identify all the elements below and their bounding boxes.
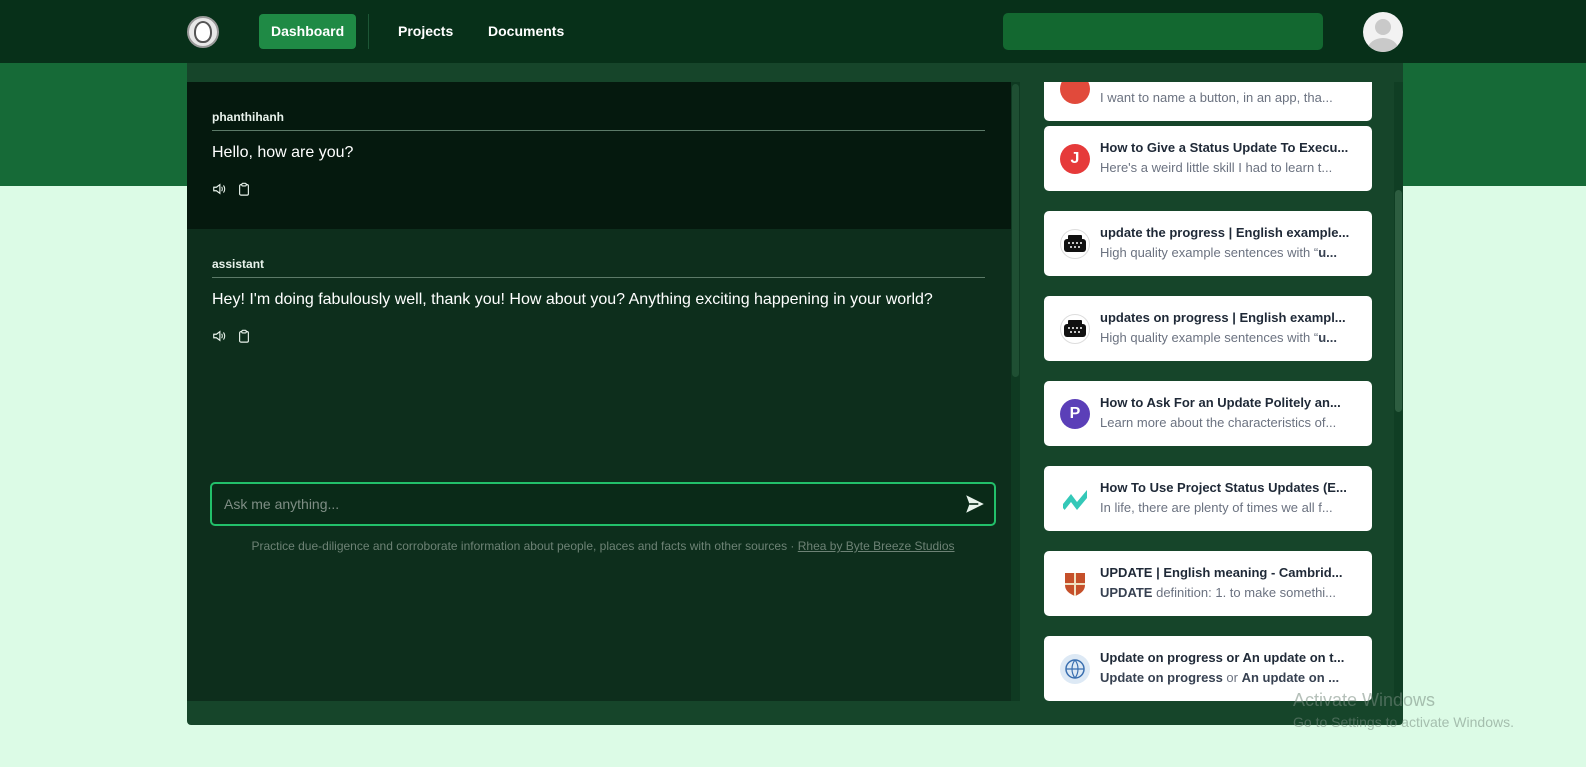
typewriter-icon bbox=[1060, 314, 1090, 344]
message-author: assistant bbox=[212, 257, 265, 271]
clipboard-icon[interactable] bbox=[237, 329, 251, 343]
result-title: How to Ask For an Update Politely an... bbox=[1100, 395, 1341, 410]
chat-message-user: phanthihanh Hello, how are you? bbox=[187, 82, 1011, 229]
top-navigation-bar bbox=[0, 0, 1586, 63]
nav-divider bbox=[368, 14, 369, 49]
message-author: phanthihanh bbox=[212, 110, 284, 124]
chat-input[interactable] bbox=[224, 484, 924, 524]
result-card[interactable]: P How to Ask For an Update Politely an..… bbox=[1044, 381, 1372, 446]
result-snippet: Learn more about the characteristics of.… bbox=[1100, 415, 1337, 430]
result-snippet: Here's a weird little skill I had to lea… bbox=[1100, 160, 1333, 175]
message-text: Hey! I'm doing fabulously well, thank yo… bbox=[212, 291, 933, 308]
result-snippet: High quality example sentences with “u..… bbox=[1100, 330, 1338, 345]
result-snippet: UPDATE definition: 1. to make somethi... bbox=[1100, 585, 1337, 600]
windows-activation-watermark-subtitle: Go to Settings to activate Windows. bbox=[1293, 714, 1514, 730]
result-title: Update on progress or An update on t... bbox=[1100, 650, 1345, 665]
zigzag-logo-icon bbox=[1060, 484, 1090, 514]
result-snippet: I want to name a button, in an app, tha.… bbox=[1100, 90, 1333, 105]
results-scrollbar-thumb[interactable] bbox=[1395, 190, 1402, 412]
avatar-body-shape bbox=[1368, 38, 1398, 52]
disclaimer: Practice due-diligence and corroborate i… bbox=[210, 539, 996, 553]
result-card[interactable]: How To Use Project Status Updates (E... … bbox=[1044, 466, 1372, 531]
nav-projects[interactable]: Projects bbox=[386, 14, 465, 49]
user-avatar[interactable] bbox=[1363, 12, 1403, 52]
result-title: UPDATE | English meaning - Cambrid... bbox=[1100, 565, 1343, 580]
result-card[interactable]: J How to Give a Status Update To Execu..… bbox=[1044, 126, 1372, 191]
result-card[interactable]: updates on progress | English exampl... … bbox=[1044, 296, 1372, 361]
red-dot-icon bbox=[1060, 82, 1090, 104]
windows-activation-watermark-title: Activate Windows bbox=[1293, 690, 1436, 710]
send-icon[interactable] bbox=[964, 493, 986, 515]
result-card[interactable]: I want to name a button, in an app, tha.… bbox=[1044, 82, 1372, 121]
avatar-head-shape bbox=[1375, 19, 1391, 35]
typewriter-icon bbox=[1060, 229, 1090, 259]
cambridge-shield-icon bbox=[1060, 569, 1090, 599]
result-snippet: In life, there are plenty of times we al… bbox=[1100, 500, 1333, 515]
disclaimer-text: Practice due-diligence and corroborate i… bbox=[251, 539, 798, 553]
nav-documents[interactable]: Documents bbox=[476, 14, 576, 49]
letter-j-icon: J bbox=[1060, 144, 1090, 174]
result-snippet: Update on progress or An update on ... bbox=[1100, 670, 1340, 685]
result-card[interactable]: UPDATE | English meaning - Cambrid... UP… bbox=[1044, 551, 1372, 616]
nav-dashboard[interactable]: Dashboard bbox=[259, 14, 357, 49]
speaker-icon[interactable] bbox=[212, 329, 226, 343]
message-divider bbox=[212, 130, 985, 131]
result-title: update the progress | English example... bbox=[1100, 225, 1350, 240]
chat-scrollbar-thumb[interactable] bbox=[1012, 84, 1019, 377]
search-results-column: I want to name a button, in an app, tha.… bbox=[1034, 82, 1394, 701]
logo-emblem-icon bbox=[194, 21, 212, 43]
clipboard-icon[interactable] bbox=[237, 182, 251, 196]
globe-logo-icon bbox=[1060, 654, 1090, 684]
message-divider bbox=[212, 277, 985, 278]
result-title: updates on progress | English exampl... bbox=[1100, 310, 1346, 325]
result-title: How To Use Project Status Updates (E... bbox=[1100, 480, 1347, 495]
speaker-icon[interactable] bbox=[212, 182, 226, 196]
app-logo[interactable] bbox=[187, 16, 219, 48]
result-card[interactable]: update the progress | English example...… bbox=[1044, 211, 1372, 276]
result-title: How to Give a Status Update To Execu... bbox=[1100, 140, 1349, 155]
chat-input-container bbox=[210, 482, 996, 526]
chat-message-assistant: assistant Hey! I'm doing fabulously well… bbox=[187, 229, 1011, 376]
letter-p-icon: P bbox=[1060, 399, 1090, 429]
result-snippet: High quality example sentences with “u..… bbox=[1100, 245, 1338, 260]
disclaimer-link[interactable]: Rhea by Byte Breeze Studios bbox=[798, 539, 955, 553]
search-input[interactable] bbox=[1003, 13, 1323, 50]
message-text: Hello, how are you? bbox=[212, 144, 354, 161]
